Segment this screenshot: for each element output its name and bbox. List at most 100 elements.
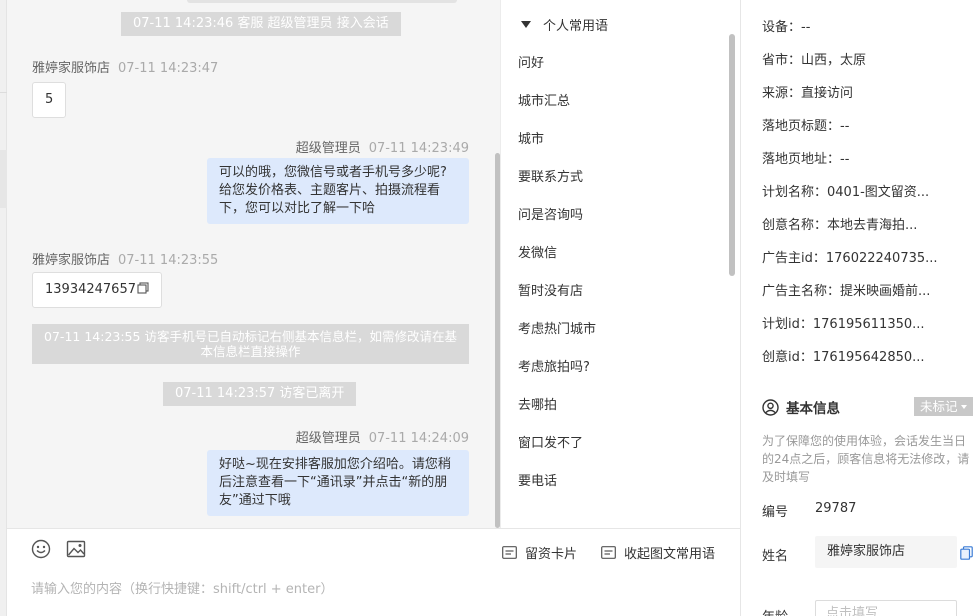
name-label: 姓名 — [762, 549, 789, 564]
copy-icon[interactable] — [960, 546, 973, 560]
info-row-landing-url: 落地页地址：-- — [762, 148, 849, 167]
phrases-icon — [601, 546, 616, 559]
info-value: 山西，太原 — [801, 53, 867, 68]
info-row-advertiser-name: 广告主名称：提米映画婚前... — [762, 280, 930, 299]
info-row-device: 设备：-- — [762, 16, 810, 35]
phrases-group-header[interactable]: 个人常用语 — [521, 15, 608, 34]
info-label: 计划id： — [762, 317, 813, 332]
info-label: 创意名称： — [762, 218, 828, 233]
info-label: 广告主名称： — [762, 284, 841, 299]
system-message: 07-11 14:23:55 访客手机号已自动标记右侧基本信息栏，如需修改请在基… — [32, 324, 469, 364]
message-time: 07-11 14:24:09 — [368, 431, 469, 446]
chevron-down-icon — [960, 405, 967, 409]
info-value: -- — [801, 20, 811, 35]
sender-name: 超级管理员 — [295, 141, 361, 156]
id-label: 编号 — [762, 505, 789, 520]
info-row-advertiser-id: 广告主id：176022240735... — [762, 247, 938, 266]
popup-shadow — [187, 0, 457, 3]
chat-panel: 07-11 14:23:46 客服 超级管理员 接入会话 雅婷家服饰店 07-11… — [7, 0, 500, 528]
info-value: -- — [840, 152, 850, 167]
visitor-message-bubble: 5 — [32, 82, 67, 118]
message-time: 07-11 14:23:49 — [368, 141, 469, 156]
left-sidebar-edge — [0, 0, 7, 616]
info-value: 提米映画婚前... — [840, 284, 931, 299]
basic-info-title: 基本信息 — [786, 401, 840, 417]
info-label: 来源： — [762, 86, 802, 101]
phrase-item[interactable]: 考虑旅拍吗? — [518, 356, 590, 375]
info-label: 广告主id： — [762, 251, 826, 266]
message-meta: 雅婷家服饰店 07-11 14:23:47 — [32, 57, 218, 76]
message-meta: 超级管理员 07-11 14:23:49 — [296, 137, 469, 156]
id-value: 29787 — [815, 501, 857, 516]
phrase-item[interactable]: 发微信 — [518, 242, 557, 261]
info-row-region: 省市：山西，太原 — [762, 49, 866, 68]
emoji-icon[interactable] — [31, 539, 51, 559]
visitor-info-panel: 设备：-- 省市：山西，太原 来源：直接访问 落地页标题：-- 落地页地址：--… — [740, 0, 975, 616]
phrase-item[interactable]: 要电话 — [518, 470, 557, 489]
system-message: 07-11 14:23:57 访客已离开 — [163, 382, 357, 406]
customer-service-workspace: 07-11 14:23:46 客服 超级管理员 接入会话 雅婷家服饰店 07-11… — [0, 0, 975, 616]
collapse-phrases-button[interactable]: 收起图文常用语 — [601, 543, 715, 562]
caret-down-icon — [521, 21, 531, 28]
info-label: 设备： — [762, 20, 802, 35]
phrases-scrollbar[interactable] — [729, 34, 735, 276]
name-field[interactable]: 雅婷家服饰店 — [815, 536, 957, 568]
message-time: 07-11 14:23:55 — [118, 253, 219, 268]
info-value: 0401-图文留资... — [827, 185, 930, 200]
info-value: 176195642850... — [812, 350, 925, 365]
info-label: 落地页地址： — [762, 152, 841, 167]
system-message: 07-11 14:23:46 客服 超级管理员 接入会话 — [121, 12, 401, 36]
info-label: 省市： — [762, 53, 802, 68]
agent-message-bubble: 可以的哦，您微信号或者手机号多少呢?给您发价格表、主题客片、拍摄流程看下，您可以… — [207, 158, 469, 224]
info-value: -- — [840, 119, 850, 134]
phrase-item[interactable]: 窗口发不了 — [518, 432, 583, 451]
info-value: 直接访问 — [801, 86, 854, 101]
phrase-item[interactable]: 考虑热门城市 — [518, 318, 596, 337]
info-label: 创意id： — [762, 350, 813, 365]
info-row-creative-id: 创意id：176195642850... — [762, 346, 925, 365]
phrases-group-title: 个人常用语 — [543, 19, 609, 34]
age-input[interactable]: 点击填写 — [815, 600, 957, 616]
sidebar-selected-item[interactable] — [0, 150, 7, 208]
sender-name: 雅婷家服饰店 — [32, 253, 111, 268]
sender-name: 超级管理员 — [295, 431, 361, 446]
age-label: 年龄 — [762, 606, 788, 616]
info-row-creative-name: 创意名称：本地去青海拍... — [762, 214, 917, 233]
lead-card-label: 留资卡片 — [525, 547, 578, 562]
info-value: 176195611350... — [812, 317, 925, 332]
info-value: 本地去青海拍... — [827, 218, 918, 233]
edit-notice: 为了保障您的使用体验，会话发生当日的24点之后，顾客信息将无法修改，请及时填写 — [762, 434, 970, 484]
phrase-item[interactable]: 暂时没有店 — [518, 280, 583, 299]
info-value: 176022240735... — [825, 251, 938, 266]
info-label: 落地页标题： — [762, 119, 841, 134]
phrase-item[interactable]: 要联系方式 — [518, 166, 583, 185]
info-row-landing-title: 落地页标题：-- — [762, 115, 849, 134]
collapse-phrases-label: 收起图文常用语 — [624, 547, 716, 562]
sender-name: 雅婷家服饰店 — [32, 61, 111, 76]
message-time: 07-11 14:23:47 — [118, 61, 219, 76]
image-icon[interactable] — [66, 539, 86, 559]
mark-tag-dropdown[interactable]: 未标记 — [914, 397, 973, 416]
info-label: 计划名称： — [762, 185, 828, 200]
phrase-item[interactable]: 城市汇总 — [518, 90, 570, 109]
phrase-item[interactable]: 城市 — [518, 128, 544, 147]
info-row-plan-name: 计划名称：0401-图文留资... — [762, 181, 929, 200]
phone-number: 13934247657 — [45, 282, 136, 297]
info-row-plan-id: 计划id：176195611350... — [762, 313, 925, 332]
compose-area: 留资卡片 收起图文常用语 请输入您的内容（换行快捷键：shift/ctrl + … — [7, 528, 740, 616]
agent-message-bubble: 好哒~现在安排客服加您介绍哈。请您稍后注意查看一下“通讯录”并点击“新的朋友”通… — [207, 450, 469, 516]
user-circle-icon — [762, 398, 779, 416]
mark-tag-label: 未标记 — [920, 399, 958, 414]
basic-info-header: 基本信息 — [762, 397, 840, 417]
info-row-source: 来源：直接访问 — [762, 82, 853, 101]
phrase-item[interactable]: 问是咨询吗 — [518, 204, 583, 223]
phrase-item[interactable]: 问好 — [518, 52, 544, 71]
message-meta: 超级管理员 07-11 14:24:09 — [296, 427, 469, 446]
message-meta: 雅婷家服饰店 07-11 14:23:55 — [32, 249, 218, 268]
phrase-item[interactable]: 去哪拍 — [518, 394, 557, 413]
card-icon — [502, 546, 517, 559]
sidebar-divider — [0, 92, 7, 93]
message-input[interactable]: 请输入您的内容（换行快捷键：shift/ctrl + enter） — [31, 578, 334, 597]
lead-card-button[interactable]: 留资卡片 — [502, 543, 577, 562]
copy-icon[interactable] — [137, 282, 149, 294]
